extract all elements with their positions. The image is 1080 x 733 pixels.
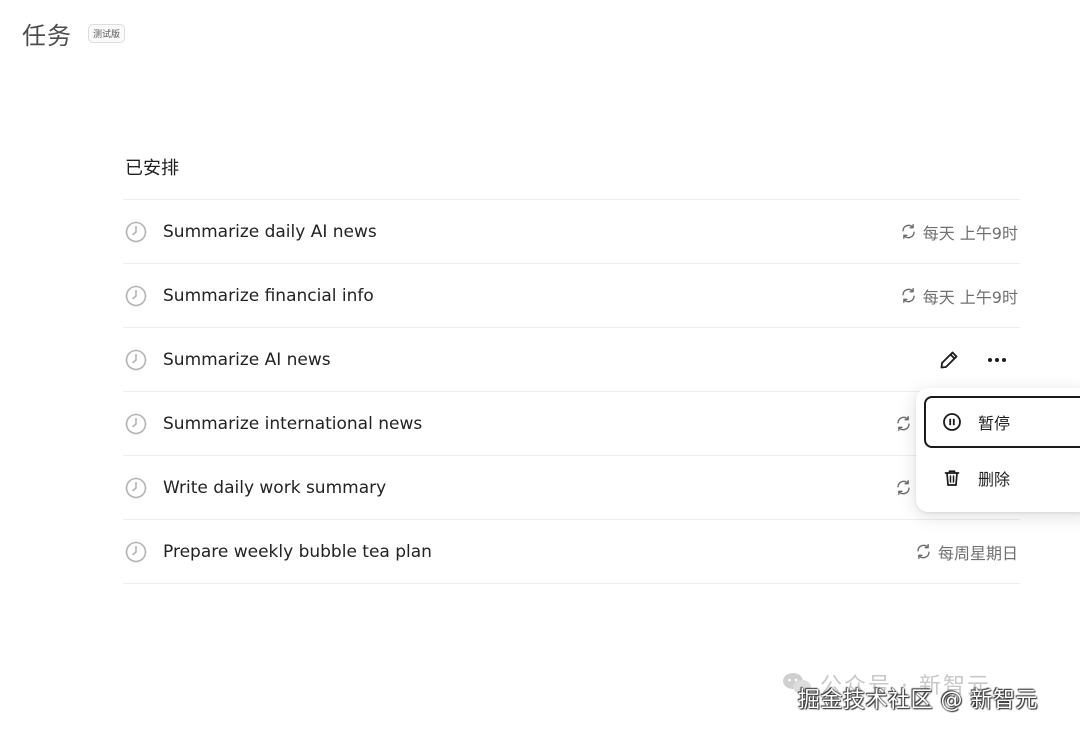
edit-button[interactable] [936, 347, 962, 373]
schedule-text: 每天 上午9时 [922, 223, 1018, 243]
repeat-icon [917, 543, 930, 560]
clock-icon [125, 413, 147, 434]
task-options-menu: 暂停 删除 [916, 388, 1080, 512]
pause-menu-item[interactable]: 暂停 [924, 396, 1080, 448]
clock-icon [125, 221, 147, 242]
more-horizontal-icon [988, 357, 1006, 362]
clock-icon [125, 541, 147, 562]
pause-circle-icon [943, 413, 961, 431]
task-row[interactable]: Prepare weekly bubble tea plan 每周星期日 [123, 520, 1020, 584]
pencil-icon [940, 351, 958, 368]
repeat-icon [897, 479, 910, 496]
clock-icon [125, 477, 147, 498]
watermark-juejin: 掘金技术社区 @ 新智元 [798, 688, 1038, 713]
trash-icon [944, 470, 960, 486]
task-row[interactable]: Summarize financial info 每天 上午9时 [123, 264, 1020, 328]
task-schedule: 每天 上午9时 [900, 264, 1018, 327]
repeat-icon [897, 415, 910, 432]
delete-label: 删除 [978, 470, 1011, 489]
pause-label: 暂停 [978, 414, 1011, 433]
task-name: Prepare weekly bubble tea plan [163, 541, 432, 562]
task-row[interactable]: Summarize daily AI news 每天 上午9时 [123, 200, 1020, 264]
task-name: Write daily work summary [163, 477, 387, 498]
page-header: 任务 测试版 [22, 16, 126, 51]
task-row[interactable]: Summarize AI news [123, 328, 1020, 392]
tasks-page: 任务 测试版 已安排 Summarize daily AI news 每天 上午… [0, 0, 1080, 733]
clock-icon [125, 285, 147, 306]
delete-menu-item[interactable]: 删除 [924, 452, 1080, 504]
task-schedule [895, 392, 912, 455]
clock-icon [125, 349, 147, 370]
schedule-text: 每天 上午9时 [922, 287, 1018, 307]
task-name: Summarize financial info [163, 285, 374, 306]
page-title: 任务 [22, 22, 72, 50]
task-schedule: 每周星期日 [915, 520, 1018, 583]
task-schedule [895, 456, 912, 519]
task-name: Summarize daily AI news [163, 221, 377, 242]
more-options-button[interactable] [984, 347, 1010, 373]
task-schedule: 每天 上午9时 [900, 200, 1018, 263]
row-actions [936, 328, 1010, 391]
repeat-icon [902, 223, 915, 240]
task-name: Summarize international news [163, 413, 423, 434]
task-list: Summarize daily AI news 每天 上午9时 Summariz… [123, 199, 1020, 584]
task-row[interactable]: Summarize international news [123, 392, 1020, 456]
schedule-text: 每周星期日 [937, 543, 1018, 563]
task-name: Summarize AI news [163, 349, 331, 370]
task-row[interactable]: Write daily work summary [123, 456, 1020, 520]
section-title-scheduled: 已安排 [125, 158, 179, 179]
repeat-icon [902, 287, 915, 304]
beta-badge: 测试版 [88, 24, 126, 43]
